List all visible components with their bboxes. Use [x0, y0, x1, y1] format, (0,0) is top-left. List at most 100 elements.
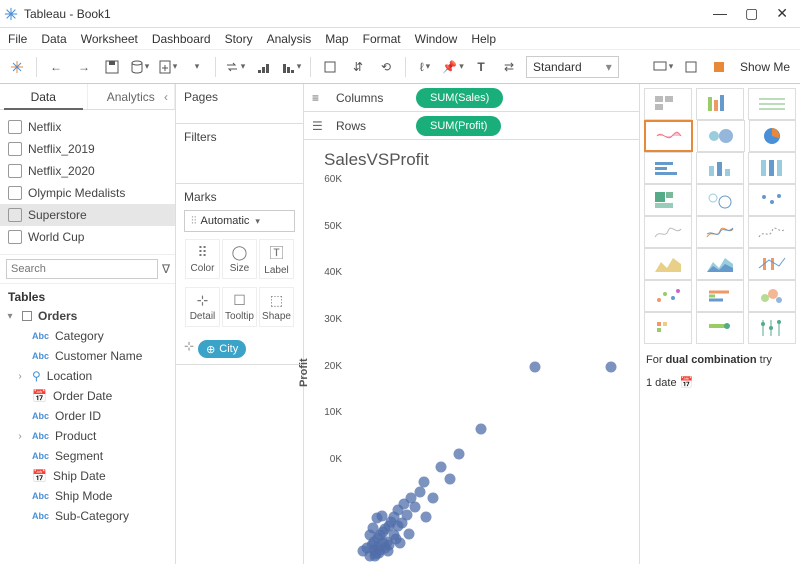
data-point[interactable]: [403, 529, 414, 540]
save-icon[interactable]: [101, 56, 123, 78]
marks-shape[interactable]: ⬚Shape: [259, 287, 294, 327]
presentation-icon[interactable]: [652, 56, 674, 78]
field-item[interactable]: AbcCustomer Name: [0, 346, 175, 366]
pages-card[interactable]: Pages: [176, 84, 303, 124]
search-input[interactable]: [6, 259, 158, 279]
data-point[interactable]: [395, 537, 406, 548]
showme-thumb[interactable]: [644, 280, 692, 312]
datasource-item-selected[interactable]: Superstore: [0, 204, 175, 226]
forward-icon[interactable]: →: [73, 56, 95, 78]
marks-detail[interactable]: ⊹Detail: [185, 287, 220, 327]
data-point[interactable]: [436, 461, 447, 472]
marks-size[interactable]: ◯Size: [222, 239, 257, 279]
showme-thumb[interactable]: [748, 152, 796, 184]
fit-dropdown[interactable]: Standard▾: [526, 56, 619, 78]
new-worksheet-icon[interactable]: [157, 56, 179, 78]
tab-data[interactable]: Data: [0, 84, 88, 109]
showme-thumb[interactable]: [748, 88, 796, 120]
showme-thumb[interactable]: [644, 88, 692, 120]
showme-thumb[interactable]: [696, 248, 744, 280]
field-item[interactable]: AbcCategory: [0, 326, 175, 346]
data-point[interactable]: [383, 545, 394, 556]
showme-thumb[interactable]: [748, 184, 796, 216]
menu-file[interactable]: File: [8, 32, 27, 46]
maximize-button[interactable]: ▢: [745, 5, 758, 22]
datasource-item[interactable]: Netflix_2019: [0, 138, 175, 160]
showme-thumb[interactable]: [644, 120, 693, 152]
data-point[interactable]: [401, 510, 412, 521]
chart-title[interactable]: SalesVSProfit: [304, 140, 639, 174]
filters-card[interactable]: Filters: [176, 124, 303, 184]
data-point[interactable]: [475, 424, 486, 435]
datasource-item[interactable]: Olympic Medalists: [0, 182, 175, 204]
columns-shelf[interactable]: ≡ Columns SUM(Sales): [304, 84, 639, 112]
data-point[interactable]: [453, 449, 464, 460]
columns-pill[interactable]: SUM(Sales): [416, 88, 503, 108]
showme-thumb[interactable]: [748, 216, 796, 248]
fit-icon[interactable]: [708, 56, 730, 78]
showme-button[interactable]: Show Me: [736, 60, 794, 74]
rows-pill[interactable]: SUM(Profit): [416, 116, 501, 136]
menu-worksheet[interactable]: Worksheet: [81, 32, 138, 46]
showme-thumb[interactable]: [696, 152, 744, 184]
showme-thumb[interactable]: [696, 184, 744, 216]
showme-thumb[interactable]: [644, 184, 692, 216]
menu-format[interactable]: Format: [363, 32, 401, 46]
field-item[interactable]: AbcSub-Category: [0, 506, 175, 526]
marks-label[interactable]: 🅃Label: [259, 239, 294, 279]
pin-icon[interactable]: 📌: [442, 56, 464, 78]
datasource-item[interactable]: World Cup: [0, 226, 175, 248]
field-item[interactable]: AbcShip Mode: [0, 486, 175, 506]
showme-thumb[interactable]: [644, 216, 692, 248]
new-datasource-icon[interactable]: [129, 56, 151, 78]
showme-thumb[interactable]: [748, 280, 796, 312]
field-item[interactable]: AbcSegment: [0, 446, 175, 466]
table-root[interactable]: ▾Orders: [0, 306, 175, 326]
text-icon[interactable]: T: [470, 56, 492, 78]
showme-thumb[interactable]: [696, 88, 744, 120]
menu-help[interactable]: Help: [471, 32, 496, 46]
data-point[interactable]: [530, 362, 541, 373]
tableau-icon[interactable]: [6, 56, 28, 78]
close-button[interactable]: ✕: [776, 5, 788, 22]
data-point[interactable]: [419, 477, 430, 488]
showme-thumb[interactable]: [696, 312, 744, 344]
menu-dashboard[interactable]: Dashboard: [152, 32, 211, 46]
tab-analytics[interactable]: Analytics‹: [88, 84, 176, 109]
showme-thumb[interactable]: [644, 248, 692, 280]
menu-story[interactable]: Story: [225, 32, 253, 46]
data-point[interactable]: [376, 510, 387, 521]
data-point[interactable]: [367, 522, 378, 533]
showme-thumb[interactable]: [696, 216, 744, 248]
showme-thumb[interactable]: [696, 280, 744, 312]
chart-area[interactable]: Profit 60K50K40K30K20K10K0K: [304, 174, 639, 564]
field-item[interactable]: ›AbcProduct: [0, 426, 175, 446]
label-icon[interactable]: ℓ: [414, 56, 436, 78]
highlight-icon[interactable]: ⇵: [347, 56, 369, 78]
menu-data[interactable]: Data: [41, 32, 66, 46]
data-point[interactable]: [427, 492, 438, 503]
showme-thumb[interactable]: [748, 248, 796, 280]
field-item[interactable]: ›⚲Location: [0, 366, 175, 386]
data-point[interactable]: [606, 362, 617, 373]
field-item[interactable]: AbcOrder ID: [0, 406, 175, 426]
showme-thumb[interactable]: [749, 120, 796, 152]
field-item[interactable]: 📅Ship Date: [0, 466, 175, 486]
field-item[interactable]: 📅Order Date: [0, 386, 175, 406]
marks-tooltip[interactable]: ☐Tooltip: [222, 287, 257, 327]
minimize-button[interactable]: —: [713, 5, 727, 22]
datasource-item[interactable]: Netflix_2020: [0, 160, 175, 182]
back-icon[interactable]: ←: [45, 56, 67, 78]
data-point[interactable]: [421, 511, 432, 522]
menu-analysis[interactable]: Analysis: [267, 32, 312, 46]
showme-thumb[interactable]: [644, 312, 692, 344]
totals-icon[interactable]: [319, 56, 341, 78]
sort-desc-icon[interactable]: [280, 56, 302, 78]
filter-icon[interactable]: ∇: [162, 261, 170, 277]
showme-thumb[interactable]: [644, 152, 692, 184]
marks-pill-city[interactable]: ⊕ City: [198, 340, 246, 358]
showme-thumb[interactable]: [748, 312, 796, 344]
rows-shelf[interactable]: ☰ Rows SUM(Profit): [304, 112, 639, 140]
data-point[interactable]: [445, 474, 456, 485]
mark-type-dropdown[interactable]: ⫶⫶Automatic: [184, 210, 295, 232]
